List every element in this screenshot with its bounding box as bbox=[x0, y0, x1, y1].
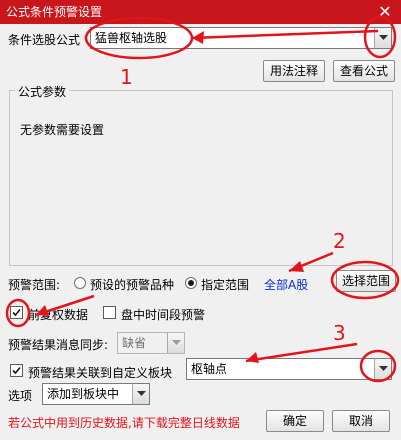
usage-notes-button[interactable]: 用法注释 bbox=[263, 60, 325, 82]
item-option-select[interactable]: 添加到板块中 bbox=[42, 383, 150, 405]
annotation-number-1: 1 bbox=[120, 65, 133, 89]
radio-specified[interactable] bbox=[185, 277, 197, 289]
scope-link[interactable]: 全部A股 bbox=[264, 276, 308, 293]
link-block-label[interactable]: 预警结果关联到自定义板块 bbox=[28, 364, 172, 381]
adjusted-data-checkbox[interactable] bbox=[10, 306, 23, 319]
sync-label: 预警结果消息同步: bbox=[8, 338, 109, 352]
block-select[interactable]: 枢轴点 bbox=[186, 358, 392, 380]
params-empty-text: 无参数需要设置 bbox=[20, 123, 105, 137]
block-select-value: 枢轴点 bbox=[191, 362, 228, 376]
close-icon[interactable]: ✕ bbox=[375, 3, 395, 21]
item-option-label: 选项 bbox=[8, 389, 33, 403]
params-group-title: 公式参数 bbox=[15, 83, 70, 100]
select-range-button[interactable]: 选择范围 bbox=[336, 270, 396, 292]
alert-scope-label: 预警范围: bbox=[8, 278, 61, 292]
sync-select-value: 缺省 bbox=[122, 336, 147, 350]
radio-preset[interactable] bbox=[74, 277, 86, 289]
chevron-down-icon bbox=[167, 333, 184, 353]
chevron-down-icon[interactable] bbox=[132, 384, 149, 404]
sync-select: 缺省 bbox=[117, 332, 185, 354]
formula-select-value: 猛兽枢轴选股 bbox=[95, 31, 168, 45]
link-block-checkbox[interactable] bbox=[10, 364, 23, 377]
chevron-down-icon[interactable] bbox=[374, 359, 391, 379]
formula-label: 条件选股公式 bbox=[8, 33, 81, 47]
annotation-number-3: 3 bbox=[333, 321, 346, 345]
adjusted-data-label[interactable]: 前复权数据 bbox=[28, 306, 88, 323]
cancel-button[interactable]: 取消 bbox=[332, 410, 390, 432]
radio-specified-label[interactable]: 指定范围 bbox=[201, 276, 249, 293]
ok-button[interactable]: 确定 bbox=[266, 410, 324, 432]
view-formula-button[interactable]: 查看公式 bbox=[333, 60, 395, 82]
intraday-alert-checkbox[interactable] bbox=[103, 306, 116, 319]
window-title: 公式条件预警设置 bbox=[6, 5, 103, 19]
annotation-number-2: 2 bbox=[333, 229, 346, 253]
formula-select[interactable]: 猛兽枢轴选股 bbox=[90, 27, 392, 49]
radio-preset-label[interactable]: 预设的预警品种 bbox=[90, 276, 174, 293]
intraday-alert-label[interactable]: 盘中时间段预警 bbox=[121, 306, 205, 323]
title-bar: 公式条件预警设置 ✕ bbox=[0, 0, 401, 24]
item-option-value: 添加到板块中 bbox=[47, 387, 120, 401]
chevron-down-icon[interactable] bbox=[374, 28, 391, 48]
history-data-warning: 若公式中用到历史数据,请下载完整日线数据 bbox=[8, 416, 240, 430]
